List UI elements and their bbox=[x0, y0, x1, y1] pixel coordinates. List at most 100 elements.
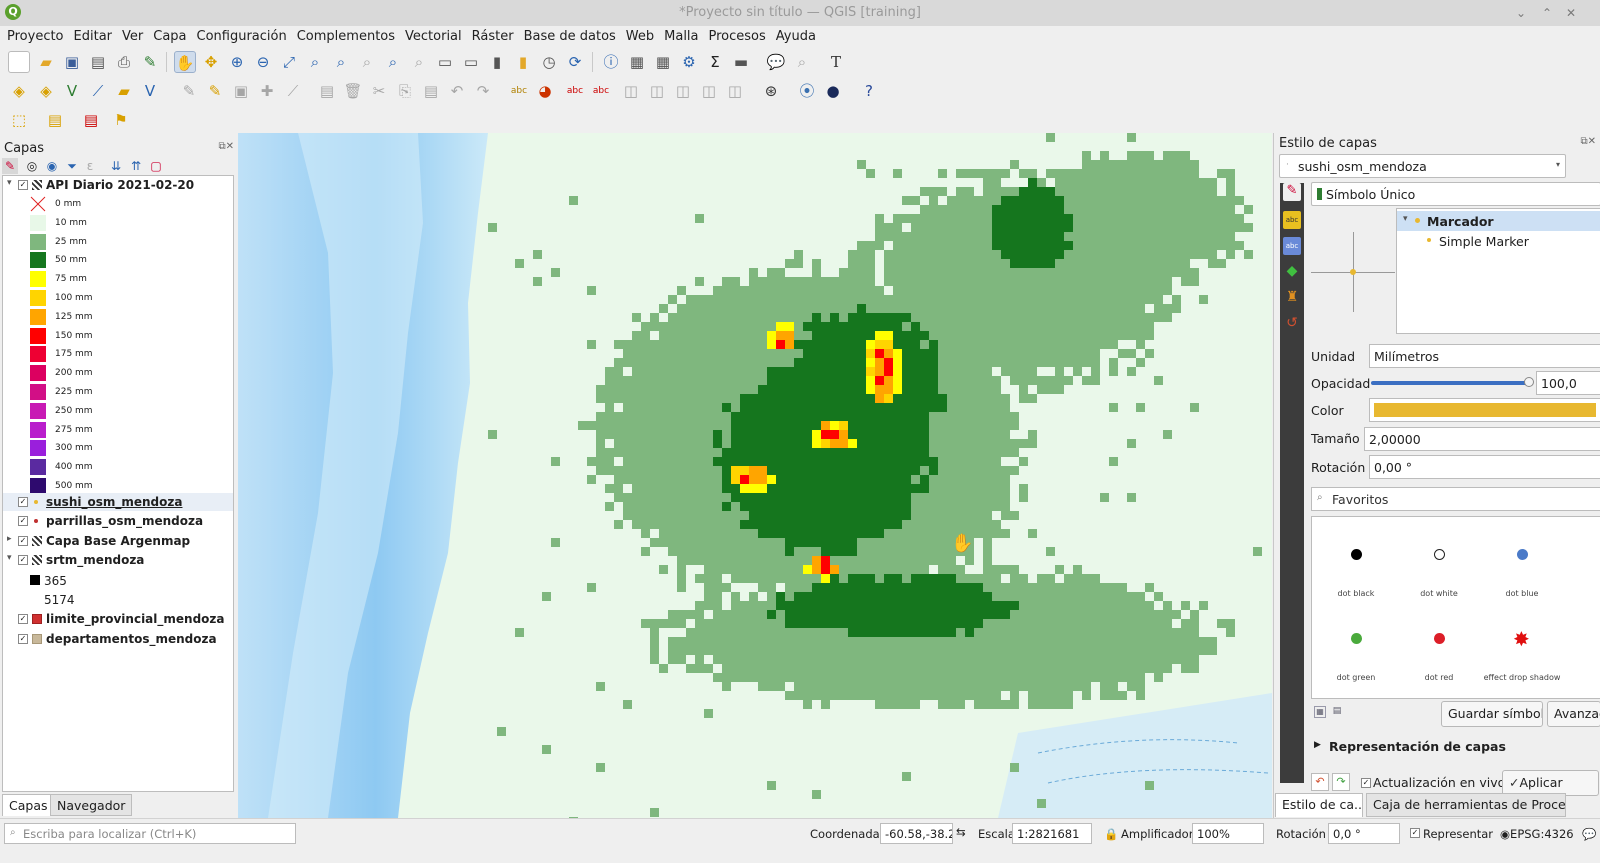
open-project-icon[interactable]: ▰ bbox=[35, 51, 57, 73]
messages-icon[interactable]: 💬 bbox=[1582, 827, 1596, 841]
collapse-all-icon[interactable]: ⇈ bbox=[128, 158, 144, 174]
zoom-last-icon[interactable]: ⌕ bbox=[382, 51, 404, 73]
print-layout-icon[interactable]: ⎙ bbox=[113, 51, 135, 73]
save-project-icon[interactable]: ▣ bbox=[61, 51, 83, 73]
measure-icon[interactable]: ▬ bbox=[730, 51, 752, 73]
processing-toolbox-icon[interactable]: ⚙ bbox=[678, 51, 700, 73]
symbol-search-input[interactable]: ⌕ Favoritos bbox=[1311, 487, 1600, 511]
render-checkbox[interactable]: ✓ bbox=[1410, 828, 1420, 838]
menu-editar[interactable]: Editar bbox=[69, 26, 118, 48]
filter-legend-icon[interactable]: ⏷ bbox=[64, 158, 80, 174]
layer-capa-base[interactable]: ▸ ✓ Capa Base Argenmap bbox=[3, 532, 233, 550]
tab-navegador[interactable]: Navegador bbox=[50, 794, 133, 816]
expand-all-icon[interactable]: ⇊ bbox=[108, 158, 124, 174]
favorite-symbol[interactable]: dot black bbox=[1315, 533, 1397, 598]
size-field[interactable]: 2,00000 bbox=[1364, 427, 1600, 451]
add-vector-layer-icon[interactable]: V bbox=[61, 80, 83, 102]
deselect-all-icon[interactable]: ▤ bbox=[80, 109, 102, 131]
renderer-combo[interactable]: Símbolo Único bbox=[1311, 182, 1600, 206]
quickmapservices-icon[interactable]: ● bbox=[822, 80, 844, 102]
expand-arrow-icon[interactable]: ▸ bbox=[7, 534, 12, 544]
zoom-in-icon[interactable]: ⊕ bbox=[226, 51, 248, 73]
crs-button[interactable]: ◉EPSG:4326 bbox=[1500, 827, 1574, 841]
layer-rendering-section[interactable]: Representación de capas bbox=[1329, 739, 1506, 754]
rotate-label-icon[interactable]: ◫ bbox=[672, 80, 694, 102]
add-raster-layer-icon[interactable]: ⟋ bbox=[87, 80, 109, 102]
show-hide-labels-icon[interactable]: ◫ bbox=[620, 80, 642, 102]
add-virtual-layer-icon[interactable]: V bbox=[139, 80, 161, 102]
favorite-symbol[interactable]: ✸ effect drop shadow bbox=[1481, 617, 1563, 682]
symbol-tree-item-marcador[interactable]: ▾ Marcador bbox=[1397, 211, 1600, 231]
save-symbol-button[interactable]: Guardar símbolo bbox=[1441, 701, 1543, 727]
zoom-full-icon[interactable]: ⤢ bbox=[278, 51, 300, 73]
menu-configuracion[interactable]: Configuración bbox=[192, 26, 292, 48]
menu-raster[interactable]: Ráster bbox=[467, 26, 519, 48]
add-group-icon[interactable]: ◎ bbox=[24, 158, 40, 174]
advanced-button[interactable]: Avanzado bbox=[1547, 701, 1600, 727]
layer-visibility-checkbox[interactable]: ✓ bbox=[18, 634, 28, 644]
unit-select[interactable]: Milímetros bbox=[1369, 344, 1600, 368]
locator-input[interactable]: ⌕ Escriba para localizar (Ctrl+K) bbox=[4, 823, 296, 844]
layer-visibility-checkbox[interactable]: ✓ bbox=[18, 536, 28, 546]
menu-web[interactable]: Web bbox=[621, 26, 659, 48]
menu-procesos[interactable]: Procesos bbox=[704, 26, 771, 48]
manage-themes-icon[interactable]: ◉ bbox=[44, 158, 60, 174]
3d-view-tab-icon[interactable]: ◆ bbox=[1283, 263, 1301, 281]
live-update-checkbox[interactable]: ✓ bbox=[1361, 778, 1371, 788]
expand-arrow-icon[interactable]: ▾ bbox=[7, 178, 12, 188]
layer-select-combo[interactable]: · sushi_osm_mendoza ▾ bbox=[1279, 154, 1566, 178]
select-by-location-icon[interactable]: ⚑ bbox=[110, 109, 132, 131]
maximize-icon[interactable]: ⌃ bbox=[1538, 4, 1556, 22]
layer-visibility-checkbox[interactable]: ✓ bbox=[18, 180, 28, 190]
layer-limite-provincial[interactable]: ✓ limite_provincial_mendoza bbox=[3, 610, 233, 628]
delete-selected-icon[interactable]: 🗑 bbox=[342, 80, 364, 102]
tab-capas[interactable]: Capas bbox=[2, 794, 55, 816]
layer-parrillas[interactable]: ✓ parrillas_osm_mendoza bbox=[3, 512, 233, 530]
symbol-tree-item-simple-marker[interactable]: Simple Marker bbox=[1397, 231, 1600, 251]
label-toolbar-icon[interactable]: abc bbox=[508, 80, 530, 102]
zoom-to-selection-icon[interactable]: ⌕ bbox=[304, 51, 326, 73]
attribute-table-icon[interactable]: ▦ bbox=[626, 51, 648, 73]
close-icon[interactable]: ✕ bbox=[1562, 4, 1580, 22]
copy-features-icon[interactable]: ⎘ bbox=[394, 80, 416, 102]
open-styling-icon[interactable]: ✎ bbox=[2, 158, 18, 174]
menu-complementos[interactable]: Complementos bbox=[292, 26, 400, 48]
color-button[interactable] bbox=[1369, 398, 1600, 422]
icon-view-icon[interactable]: ▦ bbox=[1314, 706, 1326, 718]
zoom-to-layer-icon[interactable]: ⌕ bbox=[330, 51, 352, 73]
add-wms-layer-icon[interactable]: ▰ bbox=[113, 80, 135, 102]
layer-sushi[interactable]: ✓ sushi_osm_mendoza bbox=[3, 493, 233, 511]
toggle-editing-icon[interactable]: ✎ bbox=[204, 80, 226, 102]
locator-icon[interactable]: ⌕ bbox=[791, 51, 813, 73]
current-edits-icon[interactable]: ✎ bbox=[178, 80, 200, 102]
python-console-icon[interactable]: ⦿ bbox=[796, 80, 818, 102]
tab-processing-toolbox[interactable]: Caja de herramientas de Proce... bbox=[1366, 793, 1566, 817]
field-calculator-icon[interactable]: ▦ bbox=[652, 51, 674, 73]
modify-attributes-icon[interactable]: ▤ bbox=[316, 80, 338, 102]
save-as-icon[interactable]: ▤ bbox=[87, 51, 109, 73]
undo-style-icon[interactable]: ↶ bbox=[1311, 773, 1329, 791]
new-3d-view-icon[interactable]: ▭ bbox=[460, 51, 482, 73]
layer-departamentos[interactable]: ✓ departamentos_mendoza bbox=[3, 630, 233, 648]
statistics-icon[interactable]: Σ bbox=[704, 51, 726, 73]
filter-expression-icon[interactable]: ε bbox=[82, 158, 98, 174]
favorite-symbol[interactable]: dot blue bbox=[1481, 533, 1563, 598]
spatial-bookmark-icon[interactable]: ▮ bbox=[486, 51, 508, 73]
select-by-value-icon[interactable]: ▤ bbox=[44, 109, 66, 131]
zoom-native-icon[interactable]: ⌕ bbox=[356, 51, 378, 73]
rotation-field[interactable]: 0,0 ° bbox=[1328, 823, 1400, 844]
redo-icon[interactable]: ↷ bbox=[472, 80, 494, 102]
paste-features-icon[interactable]: ▤ bbox=[420, 80, 442, 102]
new-project-icon[interactable] bbox=[8, 51, 30, 73]
layer-visibility-checkbox[interactable]: ✓ bbox=[18, 497, 28, 507]
menu-ver[interactable]: Ver bbox=[117, 26, 148, 48]
panel-float-close-icon[interactable]: ⧉✕ bbox=[218, 141, 234, 152]
identify-icon[interactable]: ⓘ bbox=[600, 51, 622, 73]
masks-tab-icon[interactable]: abc bbox=[1283, 237, 1301, 255]
layer-diagram-icon[interactable]: ◕ bbox=[534, 80, 556, 102]
opacity-slider[interactable] bbox=[1371, 381, 1529, 385]
zoom-next-icon[interactable]: ⌕ bbox=[408, 51, 430, 73]
style-manager-icon[interactable]: ✎ bbox=[139, 51, 161, 73]
new-geopackage-icon[interactable]: ◈ bbox=[35, 80, 57, 102]
map-canvas[interactable]: ✋ bbox=[238, 133, 1272, 818]
